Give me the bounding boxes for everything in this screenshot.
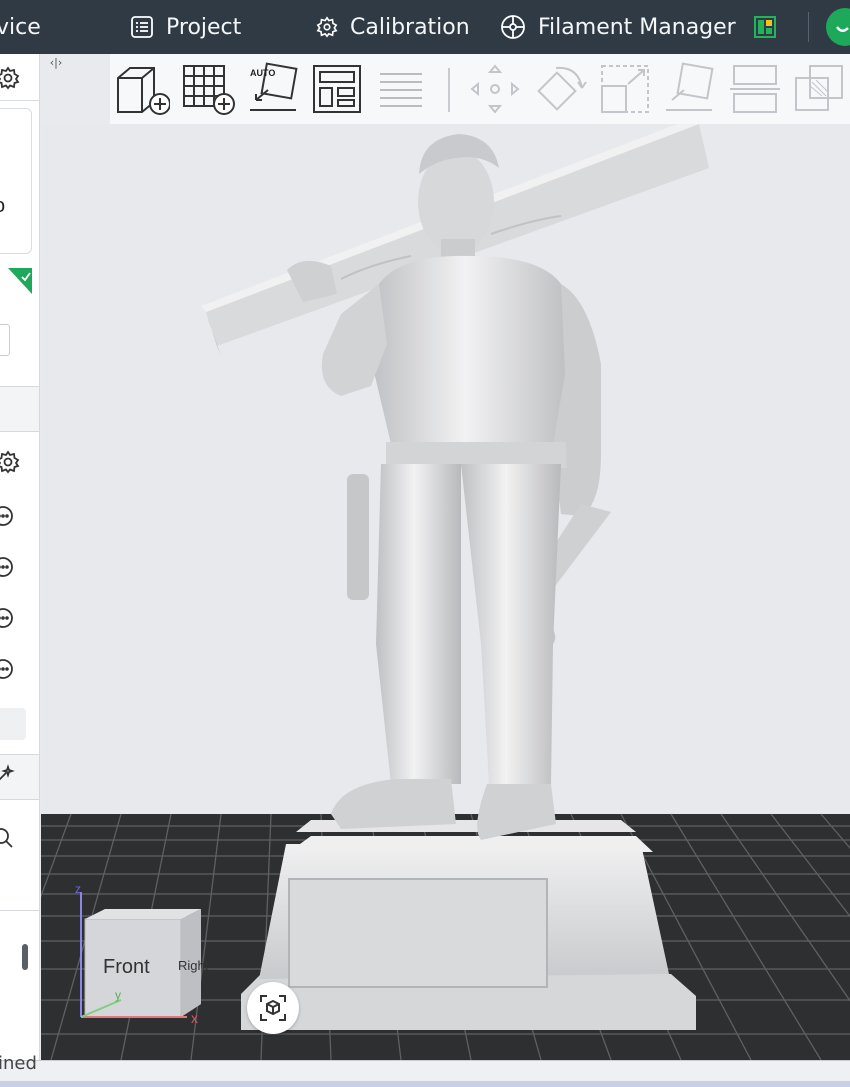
scene [41,124,850,1060]
view-cube-right-label: Right [178,958,209,973]
trophy-base [241,820,696,1030]
tab-calibration-label: Calibration [350,14,470,40]
sidebar-divider [0,799,39,800]
rotate-icon[interactable] [534,62,588,116]
spool-icon [501,15,525,39]
gear-badge-icon [316,16,338,38]
printer-card-label: o [0,195,5,218]
fit-view-button[interactable] [247,982,299,1034]
more-icon[interactable] [0,657,15,681]
tab-project[interactable]: Project [130,0,241,54]
3d-viewport[interactable]: Front Right z x y [41,124,850,1060]
add-object-icon[interactable] [116,62,170,116]
input-field[interactable] [0,708,26,740]
taskbar-strip [0,1081,850,1087]
object-toolbar: AUTO [110,54,850,124]
collapse-sidebar-toggle[interactable]: ‹|› [46,56,66,72]
move-icon[interactable] [468,62,522,116]
auto-label: AUTO [250,68,276,78]
section-header [0,387,39,431]
tab-device-label: vice [0,14,41,40]
fit-view-icon [260,995,286,1021]
toolbar-separator [448,68,450,112]
avatar[interactable] [826,8,850,46]
selected-corner-badge [8,268,32,294]
sidebar-divider [0,910,39,911]
view-cube-front-label: Front [103,956,150,978]
filament-slot[interactable] [0,324,10,356]
arrange-icon[interactable] [310,62,364,116]
left-sidebar: o [0,54,40,1060]
scale-icon[interactable] [598,62,652,116]
tab-calibration[interactable]: Calibration [316,0,470,54]
sidebar-divider [0,100,39,101]
view-cube-x-label: x [191,1010,198,1026]
more-icon[interactable] [0,504,15,528]
status-text: ined [0,1053,37,1074]
lay-on-face-icon[interactable] [662,62,716,116]
check-icon [835,26,849,32]
tab-project-label: Project [166,14,242,40]
gear-icon[interactable] [0,450,20,474]
view-cube-y-label: y [115,988,121,1002]
tab-filament-label: Filament Manager [538,14,736,40]
tab-filament-manager[interactable]: Filament Manager [500,0,736,54]
split-objects-icon[interactable] [374,62,428,116]
topbar-divider [808,12,809,42]
gear-icon[interactable] [0,66,20,90]
layout-icon[interactable] [754,16,776,38]
status-bar: ined [0,1053,850,1087]
printer-card[interactable] [0,108,32,254]
cut-icon[interactable] [728,62,782,116]
wand-icon[interactable] [0,764,15,788]
more-icon[interactable] [0,555,15,579]
tab-device[interactable]: vice [0,0,41,54]
scrollbar[interactable] [22,944,28,970]
more-icon[interactable] [0,606,15,630]
boolean-icon[interactable] [792,62,846,116]
add-plate-icon[interactable] [182,62,236,116]
list-icon [131,16,153,38]
top-navigation-bar: vice Project Calibration Filament Manage… [0,0,850,54]
sidebar-divider [0,431,39,432]
search-icon[interactable] [0,826,15,850]
carpenter-figure [287,134,611,840]
view-cube-z-label: z [75,882,81,896]
